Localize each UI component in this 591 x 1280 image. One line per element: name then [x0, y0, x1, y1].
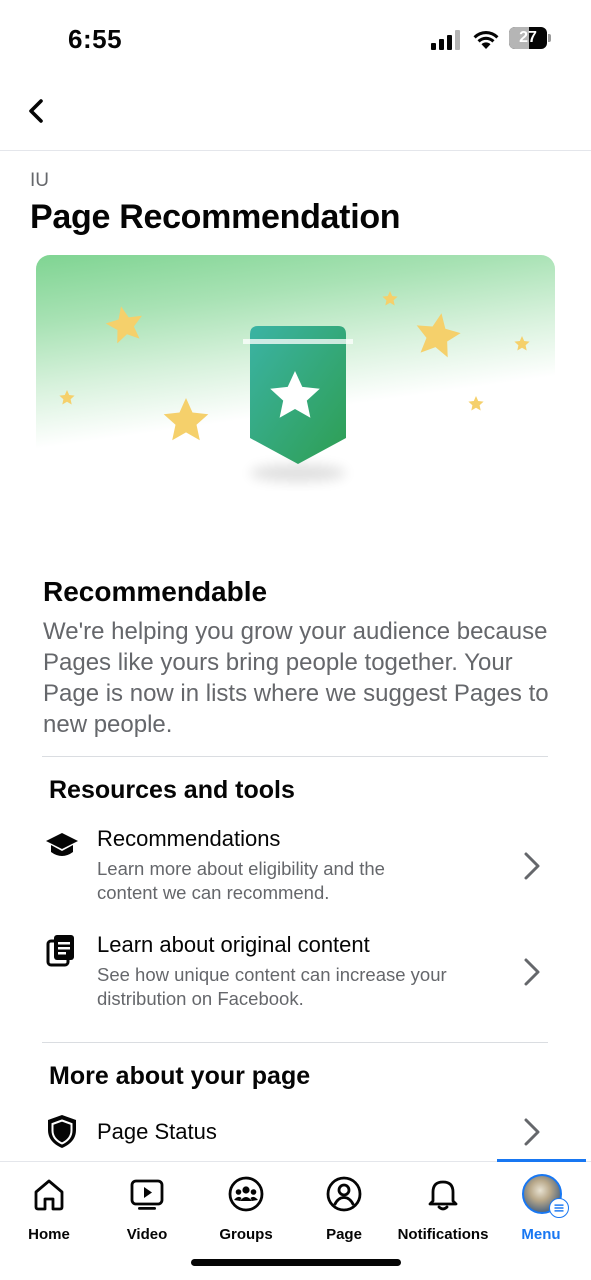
active-tab-indicator: [497, 1159, 586, 1162]
tab-label: Menu: [521, 1226, 561, 1243]
ribbon-star-icon: [59, 291, 530, 482]
list-item-subtitle: Learn more about eligibility and the con…: [97, 857, 507, 905]
wifi-icon: [472, 28, 500, 50]
list-item-label: Page Status: [97, 1119, 217, 1144]
status-bar: 6:55 27: [0, 0, 591, 80]
battery-icon: 27: [509, 27, 551, 51]
status-title: Recommendable: [43, 576, 268, 607]
battery-level: 27: [519, 29, 537, 46]
tab-label: Notifications: [397, 1226, 489, 1243]
subtitle-line: See how unique content can increase your: [97, 964, 447, 985]
divider: [42, 1042, 548, 1043]
recommendations-item[interactable]: Recommendations Learn more about eligibi…: [0, 820, 591, 915]
tab-groups[interactable]: Groups: [197, 1176, 295, 1246]
tab-video[interactable]: Video: [98, 1176, 196, 1246]
tab-label: Video: [126, 1226, 168, 1243]
status-description: We're helping you grow your audience bec…: [43, 618, 549, 738]
shield-icon: [44, 1113, 80, 1149]
video-icon: [129, 1176, 165, 1212]
cellular-signal-icon: [431, 30, 463, 50]
tab-page[interactable]: Page: [295, 1176, 393, 1246]
page-status-item[interactable]: Page Status: [0, 1108, 591, 1158]
document-copy-icon: [44, 932, 80, 968]
divider: [42, 756, 548, 757]
screen: 6:55 27 IU Page Recommendation Recommend…: [0, 0, 591, 1280]
chevron-right-icon: [520, 850, 544, 882]
status-time: 6:55: [68, 24, 123, 54]
subtitle-line: content we can recommend.: [97, 882, 330, 903]
bell-icon: [425, 1176, 461, 1212]
original-content-item[interactable]: Learn about original content See how uni…: [0, 926, 591, 1021]
list-item-label: Learn about original content: [97, 932, 370, 957]
chevron-left-icon: [29, 99, 43, 123]
list-item-subtitle: See how unique content can increase your…: [97, 963, 507, 1011]
home-icon: [31, 1176, 67, 1212]
recommendation-banner: [36, 255, 555, 495]
subtitle-line: distribution on Facebook.: [97, 988, 304, 1009]
chevron-right-icon: [520, 956, 544, 988]
resources-section-title: Resources and tools: [49, 776, 295, 804]
page-name: IU: [30, 170, 49, 191]
tab-menu[interactable]: Menu: [492, 1174, 590, 1246]
back-button[interactable]: [20, 94, 54, 128]
nav-header: [0, 80, 591, 151]
tab-label: Groups: [219, 1226, 273, 1243]
subtitle-line: Learn more about eligibility and the: [97, 858, 385, 879]
page-title: Page Recommendation: [30, 198, 401, 236]
tab-label: Page: [326, 1226, 362, 1243]
tab-label: Home: [28, 1226, 70, 1243]
graduation-cap-icon: [44, 828, 80, 864]
menu-icon: [549, 1198, 569, 1218]
list-item-label: Recommendations: [97, 826, 281, 851]
page-profile-icon: [326, 1176, 362, 1212]
chevron-right-icon: [520, 1116, 544, 1148]
tab-home[interactable]: Home: [0, 1176, 98, 1246]
tab-notifications[interactable]: Notifications: [394, 1176, 492, 1246]
groups-icon: [228, 1176, 264, 1212]
home-indicator: [191, 1259, 401, 1266]
more-section-title: More about your page: [49, 1062, 311, 1090]
